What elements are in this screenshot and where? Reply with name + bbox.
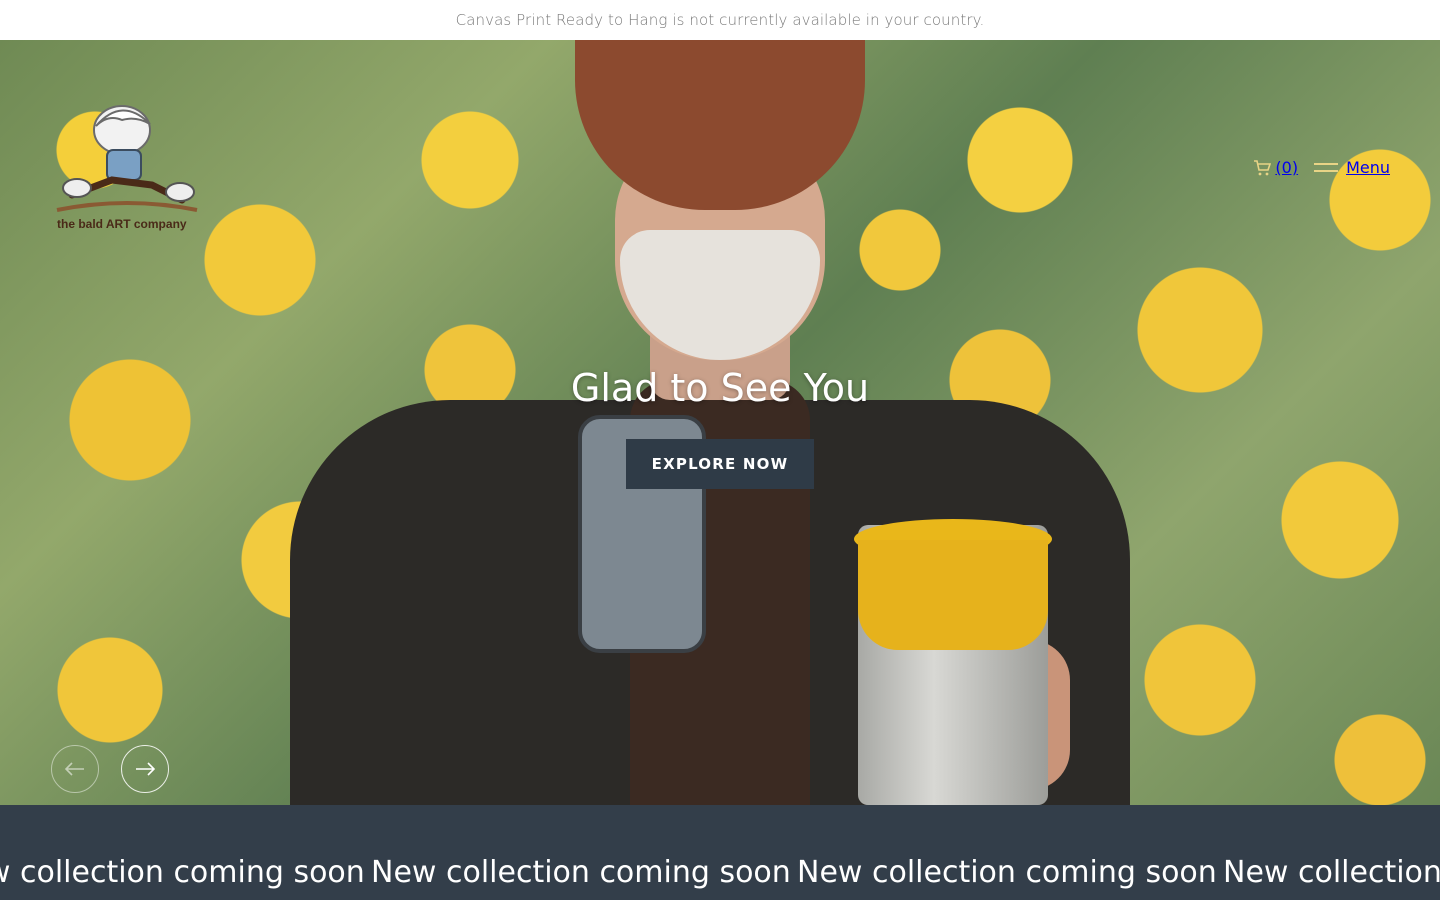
hero-figure-hat	[575, 40, 865, 210]
announcement-bar: Canvas Print Ready to Hang is not curren…	[0, 0, 1440, 40]
hero-title: Glad to See You	[570, 366, 870, 410]
announcement-text: Canvas Print Ready to Hang is not curren…	[455, 11, 985, 29]
arrow-left-icon	[65, 762, 84, 776]
header-actions: (0) Menu	[1253, 158, 1390, 177]
hero-banner: the bald ART company (0) Menu Glad to Se…	[0, 40, 1440, 805]
marquee-item: New collection coming soon	[371, 855, 791, 890]
explore-now-button[interactable]: EXPLORE NOW	[626, 439, 814, 489]
menu-button[interactable]: Menu	[1314, 158, 1390, 177]
logo-illustration-icon	[56, 105, 198, 212]
slider-prev-button[interactable]	[51, 745, 99, 793]
marquee-banner: New collection coming soon New collectio…	[0, 805, 1440, 900]
marquee-item: New collection coming soon	[0, 855, 365, 890]
brand-logo[interactable]: the bald ART company	[52, 100, 202, 240]
marquee-item: New collection coming soon	[1223, 855, 1440, 890]
cart-button[interactable]: (0)	[1253, 158, 1298, 177]
hero-paint-drip	[858, 540, 1048, 650]
cart-count: (0)	[1275, 158, 1299, 177]
logo-text: the bald ART company	[57, 217, 187, 231]
cart-icon	[1253, 159, 1272, 177]
marquee-item: New collection coming soon	[797, 855, 1217, 890]
arrow-right-icon	[136, 762, 155, 776]
hamburger-icon	[1314, 161, 1339, 175]
slider-next-button[interactable]	[121, 745, 169, 793]
menu-label: Menu	[1346, 158, 1390, 177]
marquee-track: New collection coming soon New collectio…	[0, 855, 1440, 891]
